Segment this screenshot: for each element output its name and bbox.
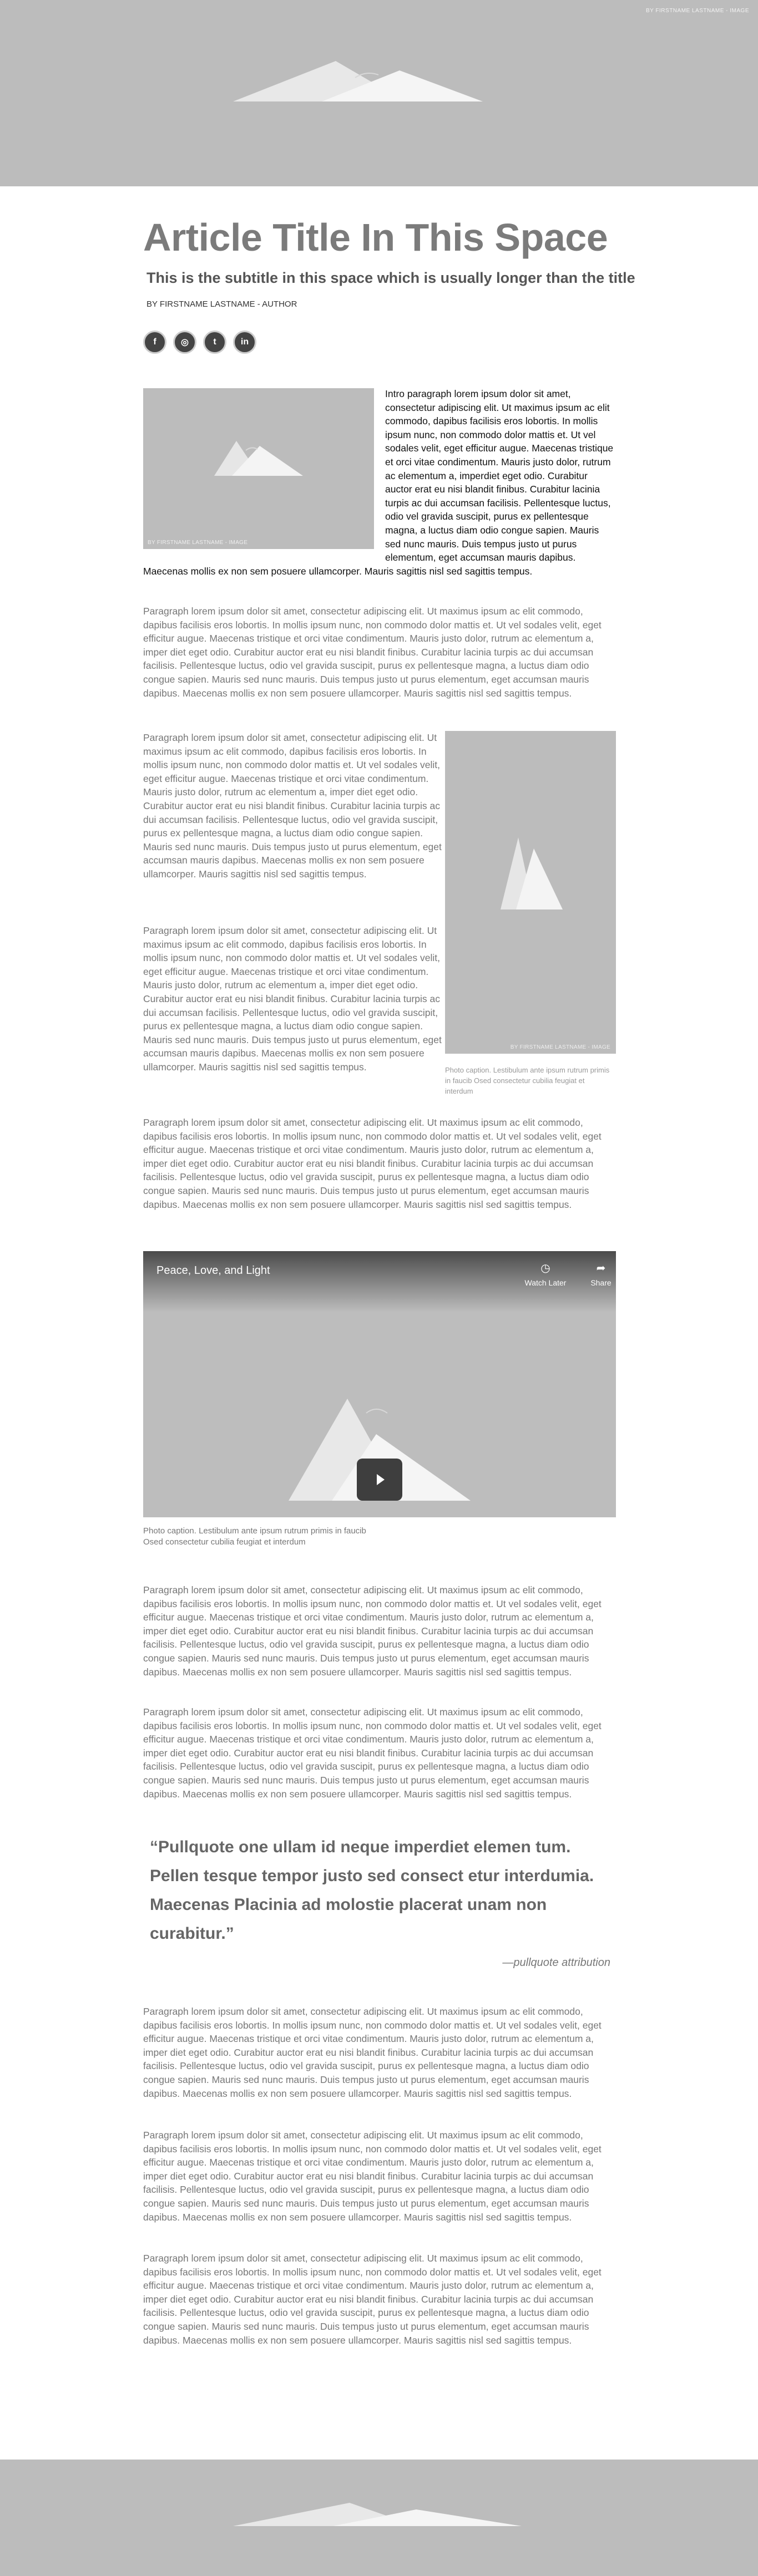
body-paragraph: Paragraph lorem ipsum dolor sit amet, co… xyxy=(143,2006,602,2099)
intro-mountain-graphic xyxy=(214,441,303,476)
video-title[interactable]: Peace, Love, and Light xyxy=(156,1264,270,1277)
article-title: Article Title In This Space xyxy=(143,216,608,259)
body-paragraph: Paragraph lorem ipsum dolor sit amet, co… xyxy=(143,2253,602,2346)
side-image-caption: Photo caption. Lestibulum ante ipsum rut… xyxy=(445,1066,610,1095)
intro-image-credit: BY FIRSTNAME LASTNAME - IMAGE xyxy=(148,540,248,546)
video-caption: Photo caption. Lestibulum ante ipsum rut… xyxy=(143,1526,366,1547)
video-player[interactable]: Peace, Love, and Light ◷ Watch Later ➦ S… xyxy=(143,1251,616,1517)
footer-mountain-graphic xyxy=(233,2503,522,2526)
clock-icon: ◷ xyxy=(540,1262,550,1274)
side-image: BY FIRSTNAME LASTNAME - IMAGE xyxy=(445,731,616,1054)
pullquote-attribution: —pullquote attribution xyxy=(502,1957,610,1969)
author-byline: BY FIRSTNAME LASTNAME - AUTHOR xyxy=(146,299,297,309)
twitter-icon[interactable]: t xyxy=(203,331,226,354)
facebook-icon[interactable]: f xyxy=(143,331,166,354)
body-paragraph: Paragraph lorem ipsum dolor sit amet, co… xyxy=(143,2130,602,2223)
body-paragraph: Paragraph lorem ipsum dolor sit amet, co… xyxy=(143,1117,602,1210)
body-paragraph: Paragraph lorem ipsum dolor sit amet, co… xyxy=(143,606,602,699)
share-button[interactable]: ➦ Share xyxy=(576,1261,616,1287)
hero-image: BY FIRSTNAME LASTNAME - IMAGE xyxy=(0,0,758,186)
article-subtitle: This is the subtitle in this space which… xyxy=(146,270,635,286)
linkedin-icon[interactable]: in xyxy=(233,331,256,354)
body-paragraph: Paragraph lorem ipsum dolor sit amet, co… xyxy=(143,1584,602,1678)
body-paragraph: Paragraph lorem ipsum dolor sit amet, co… xyxy=(143,732,442,880)
pullquote: “Pullquote one ullam id neque imperdiet … xyxy=(150,1838,594,1943)
side-mountain-graphic xyxy=(501,837,563,910)
intro-image: BY FIRSTNAME LASTNAME - IMAGE xyxy=(143,388,374,549)
body-paragraph: Paragraph lorem ipsum dolor sit amet, co… xyxy=(143,925,442,1073)
hero-mountain-graphic xyxy=(233,61,483,101)
play-button[interactable] xyxy=(357,1459,402,1501)
instagram-icon[interactable]: ◎ xyxy=(173,331,196,354)
social-share-bar: f ◎ t in xyxy=(143,331,256,354)
watch-later-button[interactable]: ◷ Watch Later xyxy=(521,1261,570,1287)
share-label: Share xyxy=(590,1278,612,1287)
side-image-credit: BY FIRSTNAME LASTNAME - IMAGE xyxy=(510,1044,610,1050)
body-paragraph: Paragraph lorem ipsum dolor sit amet, co… xyxy=(143,1706,602,1800)
footer-image xyxy=(0,2460,758,2576)
hero-image-credit: BY FIRSTNAME LASTNAME - IMAGE xyxy=(645,8,749,14)
share-arrow-icon: ➦ xyxy=(596,1262,606,1274)
watch-later-label: Watch Later xyxy=(524,1278,567,1287)
